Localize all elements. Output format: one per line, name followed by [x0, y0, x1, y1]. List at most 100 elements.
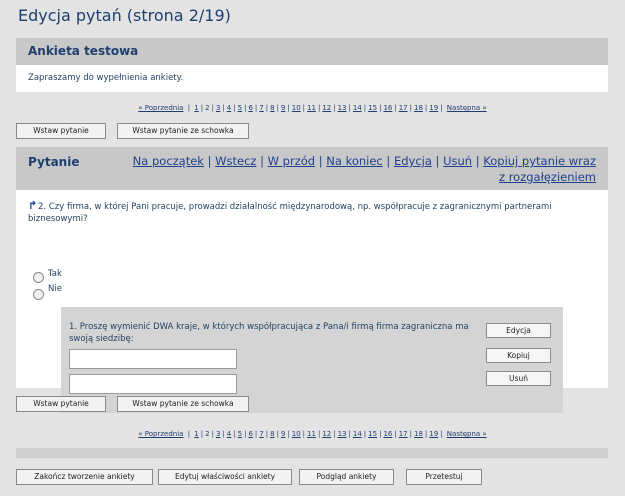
- subquestion-edit-button[interactable]: Edycja: [486, 323, 551, 338]
- pager-page-link[interactable]: 12: [322, 104, 331, 112]
- subquestion-copy-button[interactable]: Kopiuj: [486, 348, 551, 363]
- pager-bottom: « Poprzednia | 1 | 2 | 3 | 4 | 5 | 6 | 7 | 8 | 9 | 10 | 11 | 1…: [0, 430, 625, 438]
- country-input-2[interactable]: [69, 374, 237, 394]
- option-yes-label: Tak: [48, 269, 62, 279]
- option-yes-radio[interactable]: [33, 272, 44, 283]
- pager-separator: |: [187, 104, 191, 112]
- survey-welcome: Zapraszamy do wypełnienia ankiety.: [16, 65, 608, 92]
- pager-page-link[interactable]: 9: [281, 104, 285, 112]
- link-last[interactable]: Na koniec: [326, 154, 382, 168]
- pager-page-link[interactable]: 12: [322, 430, 331, 438]
- pager-page-link[interactable]: 19: [429, 430, 438, 438]
- pager-prev-link[interactable]: « Poprzednia: [138, 104, 183, 112]
- pager-separator: |: [363, 430, 367, 438]
- insert-question-button-bottom[interactable]: Wstaw pytanie: [16, 396, 106, 412]
- pager-separator: |: [317, 430, 321, 438]
- question-nav-links: Na początek | Wstecz | W przód | Na koni…: [126, 153, 596, 185]
- question-panel: Pytanie Na początek | Wstecz | W przód |…: [16, 147, 608, 413]
- pager-page-link[interactable]: 4: [227, 430, 231, 438]
- question-body: ↱ 2. Czy firma, w której Pani pracuje, p…: [16, 190, 608, 413]
- pager-page-link[interactable]: 11: [307, 104, 316, 112]
- pager-page-link[interactable]: 4: [227, 104, 231, 112]
- pager-page-link[interactable]: 17: [399, 430, 408, 438]
- pager-page-link[interactable]: 1: [194, 104, 198, 112]
- link-forward[interactable]: W przód: [268, 154, 315, 168]
- pager-page-link[interactable]: 13: [338, 430, 347, 438]
- pager-page-link[interactable]: 11: [307, 430, 316, 438]
- pager-page-link[interactable]: 16: [383, 430, 392, 438]
- pager-page-link[interactable]: 15: [368, 104, 377, 112]
- pager-separator: |: [317, 104, 321, 112]
- link-first[interactable]: Na początek: [133, 154, 204, 168]
- pager-top: « Poprzednia | 1 | 2 | 3 | 4 | 5 | 6 | 7 | 8 | 9 | 10 | 11 | 1…: [0, 104, 625, 112]
- pager-separator: |: [222, 104, 225, 112]
- pager-page-link[interactable]: 18: [414, 430, 423, 438]
- pager-page-link[interactable]: 1: [194, 430, 198, 438]
- pager-separator: |: [276, 104, 279, 112]
- link-edit[interactable]: Edycja: [394, 154, 432, 168]
- pager-separator: |: [333, 104, 336, 112]
- pager-page-link[interactable]: 6: [248, 430, 252, 438]
- pager-separator: |: [287, 430, 290, 438]
- subquestion-delete-button[interactable]: Usuń: [486, 371, 551, 386]
- pager-page-link[interactable]: 9: [281, 430, 285, 438]
- preview-button[interactable]: Podgląd ankiety: [299, 469, 394, 485]
- finish-survey-button[interactable]: Zakończ tworzenie ankiety: [16, 469, 153, 485]
- pager-page-link[interactable]: 16: [383, 104, 392, 112]
- pager-page-link[interactable]: 7: [259, 104, 263, 112]
- question-text: 2. Czy firma, w której Pani pracuje, pro…: [28, 202, 552, 224]
- pager-page-link[interactable]: 19: [429, 104, 438, 112]
- pager-next-link[interactable]: Następna »: [447, 430, 487, 438]
- pager-separator: |: [333, 430, 336, 438]
- pager-page-link[interactable]: 8: [270, 104, 274, 112]
- pager-separator: |: [348, 430, 351, 438]
- pager-page-link[interactable]: 8: [270, 430, 274, 438]
- country-input-1[interactable]: [69, 349, 237, 369]
- pager-page-link[interactable]: 17: [399, 104, 408, 112]
- pager-page-link[interactable]: 10: [292, 104, 301, 112]
- pager-page-link[interactable]: 13: [338, 104, 347, 112]
- link-copy-with-branching[interactable]: Kopiuj pytanie wraz z rozgałęzieniem: [483, 154, 596, 184]
- subquestion-text: 1. Proszę wymienić DWA kraje, w których …: [69, 322, 469, 344]
- pager-separator: |: [276, 430, 279, 438]
- footer-divider: [16, 448, 608, 458]
- pager-page-link[interactable]: 7: [259, 430, 263, 438]
- pager-prev-link[interactable]: « Poprzednia: [138, 430, 183, 438]
- pager-separator: |: [200, 104, 204, 112]
- pager-next-link[interactable]: Następna »: [447, 104, 487, 112]
- option-no-label: Nie: [48, 284, 62, 294]
- pager-page-link[interactable]: 10: [292, 430, 301, 438]
- pager-separator: |: [348, 104, 351, 112]
- pager-current-page: 2: [205, 104, 210, 112]
- pager-separator: |: [302, 104, 306, 112]
- option-no-radio[interactable]: [33, 289, 44, 300]
- pager-separator: |: [409, 430, 412, 438]
- insert-question-button[interactable]: Wstaw pytanie: [16, 123, 106, 139]
- insert-from-clipboard-button[interactable]: Wstaw pytanie ze schowka: [117, 123, 249, 139]
- insert-from-clipboard-button-bottom[interactable]: Wstaw pytanie ze schowka: [117, 396, 249, 412]
- link-separator: |: [318, 154, 323, 168]
- pager-separator: |: [211, 430, 214, 438]
- link-delete[interactable]: Usuń: [443, 154, 472, 168]
- pager-separator: |: [211, 104, 214, 112]
- pager-page-link[interactable]: 5: [238, 430, 242, 438]
- pager-separator: |: [302, 430, 306, 438]
- pager-separator: |: [254, 104, 258, 112]
- pager-page-link[interactable]: 6: [248, 104, 252, 112]
- pager-separator: |: [187, 430, 191, 438]
- pager-separator: |: [424, 104, 428, 112]
- survey-panel: Ankieta testowa Zapraszamy do wypełnieni…: [16, 38, 608, 92]
- pager-page-link[interactable]: 5: [238, 104, 242, 112]
- link-back[interactable]: Wstecz: [215, 154, 256, 168]
- pager-separator: |: [440, 430, 443, 438]
- pager-page-link[interactable]: 3: [216, 430, 220, 438]
- pager-page-link[interactable]: 14: [353, 104, 362, 112]
- pager-page-link[interactable]: 3: [216, 104, 220, 112]
- edit-properties-button[interactable]: Edytuj właściwości ankiety: [158, 469, 292, 485]
- test-button[interactable]: Przetestuj: [406, 469, 482, 485]
- pager-separator: |: [265, 104, 269, 112]
- link-separator: |: [260, 154, 264, 168]
- pager-page-link[interactable]: 14: [353, 430, 362, 438]
- pager-page-link[interactable]: 15: [368, 430, 377, 438]
- pager-page-link[interactable]: 18: [414, 104, 423, 112]
